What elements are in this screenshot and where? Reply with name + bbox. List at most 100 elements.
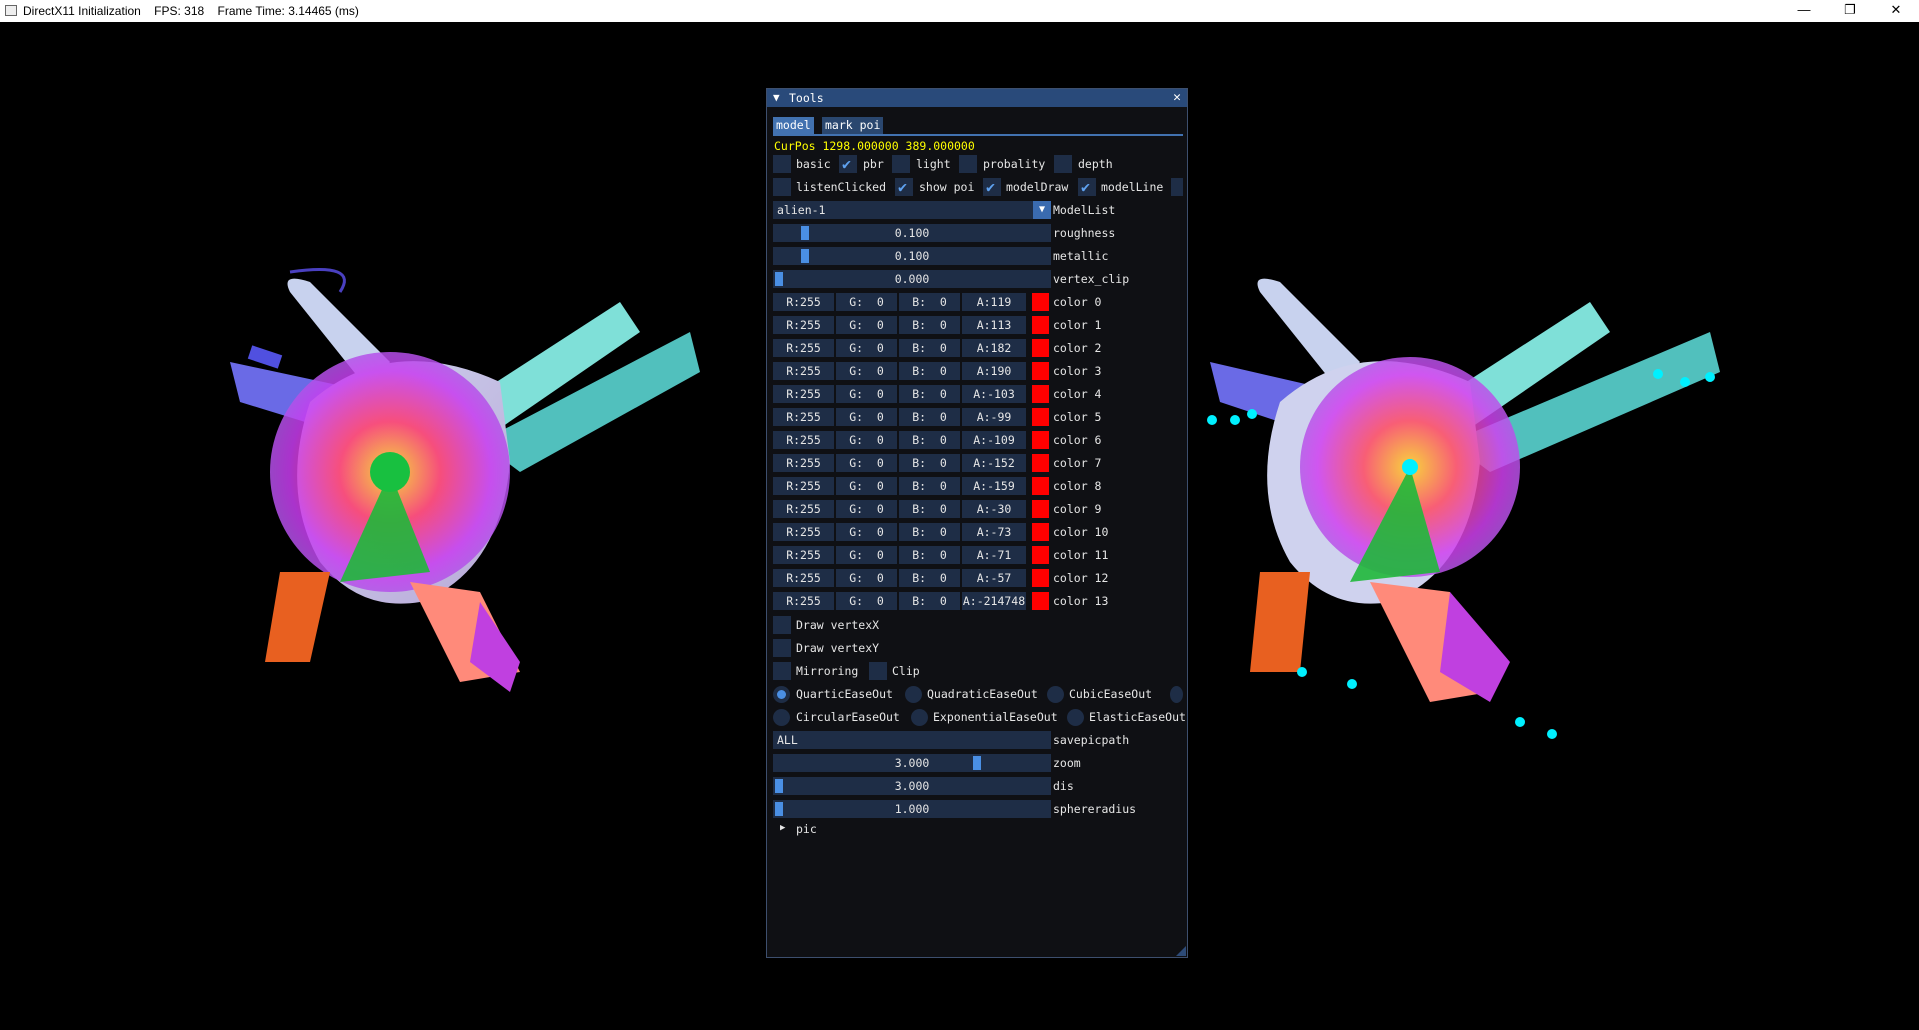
color-b-field[interactable]: B: 0 (899, 316, 960, 334)
color-b-field[interactable]: B: 0 (899, 454, 960, 472)
color-g-field[interactable]: G: 0 (836, 339, 897, 357)
tools-close-icon[interactable]: ✕ (1173, 90, 1181, 105)
color-r-field[interactable]: R:255 (773, 408, 834, 426)
tab-model[interactable]: model (773, 117, 814, 134)
color-swatch[interactable] (1032, 477, 1049, 495)
pbr-checkbox[interactable]: ✔ (839, 155, 857, 173)
tree-arrow-icon[interactable]: ▶ (780, 823, 785, 833)
color-g-field[interactable]: G: 0 (836, 431, 897, 449)
draw-vertexy-checkbox[interactable] (773, 639, 791, 657)
color-r-field[interactable]: R:255 (773, 477, 834, 495)
exponential-ease-radio[interactable] (911, 709, 928, 726)
color-swatch[interactable] (1032, 408, 1049, 426)
color-g-field[interactable]: G: 0 (836, 454, 897, 472)
cubic-ease-radio[interactable] (1047, 686, 1064, 703)
color-r-field[interactable]: R:255 (773, 385, 834, 403)
color-swatch[interactable] (1032, 293, 1049, 311)
color-swatch[interactable] (1032, 362, 1049, 380)
color-r-field[interactable]: R:255 (773, 569, 834, 587)
zoom-slider[interactable]: 3.000 (773, 754, 1051, 772)
color-a-field[interactable]: A:-152 (962, 454, 1026, 472)
color-a-field[interactable]: A:182 (962, 339, 1026, 357)
color-r-field[interactable]: R:255 (773, 500, 834, 518)
modelline-checkbox[interactable]: ✔ (1078, 178, 1096, 196)
clip-checkbox[interactable] (869, 662, 887, 680)
color-r-field[interactable]: R:255 (773, 431, 834, 449)
color-r-field[interactable]: R:255 (773, 293, 834, 311)
color-b-field[interactable]: B: 0 (899, 546, 960, 564)
dis-slider[interactable]: 3.000 (773, 777, 1051, 795)
color-b-field[interactable]: B: 0 (899, 293, 960, 311)
color-swatch[interactable] (1032, 569, 1049, 587)
color-r-field[interactable]: R:255 (773, 362, 834, 380)
minimize-icon[interactable]: — (1781, 0, 1827, 22)
elastic-ease-radio[interactable] (1067, 709, 1084, 726)
color-g-field[interactable]: G: 0 (836, 523, 897, 541)
metallic-slider[interactable]: 0.100 (773, 247, 1051, 265)
color-a-field[interactable]: A:-57 (962, 569, 1026, 587)
color-g-field[interactable]: G: 0 (836, 385, 897, 403)
color-g-field[interactable]: G: 0 (836, 592, 897, 610)
extra-checkbox[interactable] (1171, 178, 1183, 196)
color-b-field[interactable]: B: 0 (899, 385, 960, 403)
resize-grip-icon[interactable] (1176, 946, 1186, 956)
color-r-field[interactable]: R:255 (773, 523, 834, 541)
color-b-field[interactable]: B: 0 (899, 362, 960, 380)
color-b-field[interactable]: B: 0 (899, 339, 960, 357)
color-a-field[interactable]: A:-71 (962, 546, 1026, 564)
light-checkbox[interactable] (892, 155, 910, 173)
color-g-field[interactable]: G: 0 (836, 316, 897, 334)
sphereradius-slider[interactable]: 1.000 (773, 800, 1051, 818)
color-g-field[interactable]: G: 0 (836, 408, 897, 426)
color-b-field[interactable]: B: 0 (899, 477, 960, 495)
probality-checkbox[interactable] (959, 155, 977, 173)
tools-titlebar[interactable]: ▼ Tools ✕ (767, 89, 1187, 107)
color-b-field[interactable]: B: 0 (899, 431, 960, 449)
color-swatch[interactable] (1032, 454, 1049, 472)
color-a-field[interactable]: A:-103 (962, 385, 1026, 403)
show-poi-checkbox[interactable]: ✔ (895, 178, 913, 196)
mirroring-checkbox[interactable] (773, 662, 791, 680)
basic-checkbox[interactable] (773, 155, 791, 173)
modeldraw-checkbox[interactable]: ✔ (983, 178, 1001, 196)
color-a-field[interactable]: A:-30 (962, 500, 1026, 518)
color-g-field[interactable]: G: 0 (836, 569, 897, 587)
circular-ease-radio[interactable] (773, 709, 790, 726)
color-swatch[interactable] (1032, 316, 1049, 334)
color-b-field[interactable]: B: 0 (899, 523, 960, 541)
extra-ease-radio[interactable] (1170, 686, 1183, 703)
color-g-field[interactable]: G: 0 (836, 293, 897, 311)
color-a-field[interactable]: A:119 (962, 293, 1026, 311)
roughness-slider[interactable]: 0.100 (773, 224, 1051, 242)
quadratic-ease-radio[interactable] (905, 686, 922, 703)
tab-mark-poi[interactable]: mark poi (822, 117, 884, 134)
color-g-field[interactable]: G: 0 (836, 362, 897, 380)
restore-icon[interactable]: ❐ (1827, 0, 1873, 22)
color-b-field[interactable]: B: 0 (899, 500, 960, 518)
color-a-field[interactable]: A:-73 (962, 523, 1026, 541)
color-a-field[interactable]: A:-159 (962, 477, 1026, 495)
color-b-field[interactable]: B: 0 (899, 592, 960, 610)
color-swatch[interactable] (1032, 385, 1049, 403)
model-list-combo[interactable]: alien-1 ▼ (773, 201, 1051, 219)
color-b-field[interactable]: B: 0 (899, 569, 960, 587)
color-swatch[interactable] (1032, 500, 1049, 518)
color-swatch[interactable] (1032, 431, 1049, 449)
color-b-field[interactable]: B: 0 (899, 408, 960, 426)
close-icon[interactable]: ✕ (1873, 0, 1919, 22)
color-swatch[interactable] (1032, 592, 1049, 610)
color-r-field[interactable]: R:255 (773, 592, 834, 610)
color-g-field[interactable]: G: 0 (836, 500, 897, 518)
color-a-field[interactable]: A:190 (962, 362, 1026, 380)
color-g-field[interactable]: G: 0 (836, 546, 897, 564)
color-r-field[interactable]: R:255 (773, 316, 834, 334)
vertex-clip-slider[interactable]: 0.000 (773, 270, 1051, 288)
color-r-field[interactable]: R:255 (773, 546, 834, 564)
listenclicked-checkbox[interactable] (773, 178, 791, 196)
color-r-field[interactable]: R:255 (773, 339, 834, 357)
color-a-field[interactable]: A:113 (962, 316, 1026, 334)
tools-window[interactable]: ▼ Tools ✕ model mark poi CurPos 1298.000… (766, 88, 1188, 958)
color-a-field[interactable]: A:-109 (962, 431, 1026, 449)
color-g-field[interactable]: G: 0 (836, 477, 897, 495)
depth-checkbox[interactable] (1054, 155, 1072, 173)
